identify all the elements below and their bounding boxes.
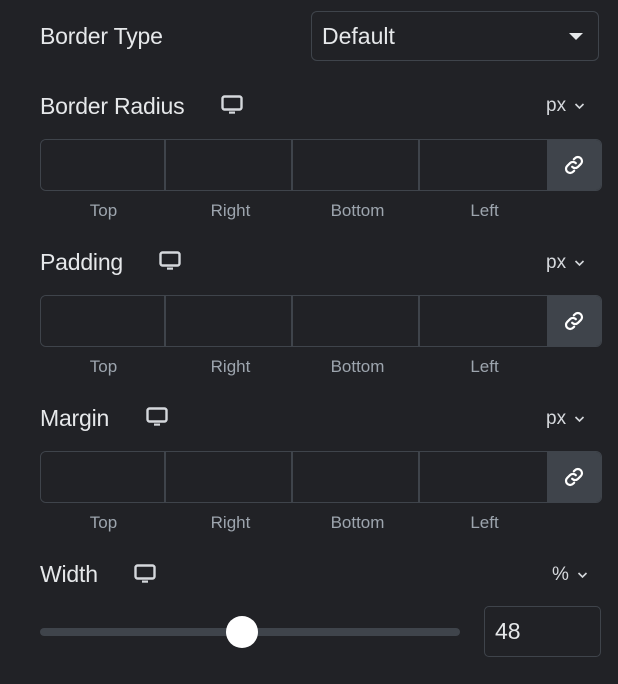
chevron-down-icon (575, 416, 585, 423)
margin-label: Margin (40, 405, 110, 431)
chevron-down-icon (575, 103, 585, 110)
border-type-label: Border Type (40, 23, 163, 49)
padding-inputs (40, 295, 602, 347)
border-type-select[interactable]: Default (311, 11, 599, 61)
margin-top-label: Top (89, 513, 118, 532)
padding-top-label: Top (89, 357, 118, 376)
chevron-down-icon (577, 572, 587, 579)
padding-bottom-input[interactable] (293, 296, 420, 346)
border-type-value: Default (322, 22, 395, 49)
margin-right-input[interactable] (166, 452, 293, 502)
margin-inputs (40, 451, 602, 503)
margin-left-input[interactable] (420, 452, 547, 502)
monitor-icon[interactable] (159, 251, 181, 271)
border-radius-right-label: Right (210, 201, 251, 220)
monitor-icon[interactable] (134, 564, 156, 584)
unit-label: % (552, 564, 569, 585)
padding-bottom-label: Bottom (330, 357, 385, 376)
chevron-down-icon (575, 260, 585, 267)
margin-right-label: Right (210, 513, 251, 532)
border-radius-top-label: Top (89, 201, 118, 220)
padding-left-label: Left (470, 357, 499, 376)
width-unit-select[interactable]: % (552, 564, 588, 586)
width-label: Width (40, 561, 98, 587)
caret-down-icon (569, 33, 583, 40)
monitor-icon[interactable] (221, 95, 243, 115)
margin-link-button[interactable] (547, 452, 601, 502)
monitor-icon[interactable] (146, 407, 168, 427)
border-radius-right-input[interactable] (166, 140, 293, 190)
margin-bottom-label: Bottom (330, 513, 385, 532)
padding-left-input[interactable] (420, 296, 547, 346)
border-radius-bottom-input[interactable] (293, 140, 420, 190)
link-icon (564, 467, 584, 487)
link-icon (564, 155, 584, 175)
margin-left-label: Left (470, 513, 499, 532)
border-radius-bottom-label: Bottom (330, 201, 385, 220)
padding-right-label: Right (210, 357, 251, 376)
unit-label: px (546, 252, 567, 273)
border-radius-left-label: Left (470, 201, 499, 220)
border-radius-top-input[interactable] (41, 140, 166, 190)
border-radius-inputs (40, 139, 602, 191)
padding-top-input[interactable] (41, 296, 166, 346)
border-radius-left-input[interactable] (420, 140, 547, 190)
padding-link-button[interactable] (547, 296, 601, 346)
margin-bottom-input[interactable] (293, 452, 420, 502)
margin-top-input[interactable] (41, 452, 166, 502)
width-slider-thumb[interactable] (225, 616, 258, 648)
unit-label: px (546, 408, 567, 429)
width-value-input[interactable] (484, 606, 601, 657)
margin-unit-select[interactable]: px (546, 408, 585, 430)
border-radius-unit-select[interactable]: px (546, 95, 585, 117)
link-icon (564, 311, 584, 331)
border-radius-label: Border Radius (40, 93, 185, 119)
unit-label: px (546, 95, 567, 116)
border-radius-link-button[interactable] (547, 140, 601, 190)
padding-right-input[interactable] (166, 296, 293, 346)
padding-unit-select[interactable]: px (546, 252, 585, 274)
padding-label: Padding (40, 249, 124, 275)
